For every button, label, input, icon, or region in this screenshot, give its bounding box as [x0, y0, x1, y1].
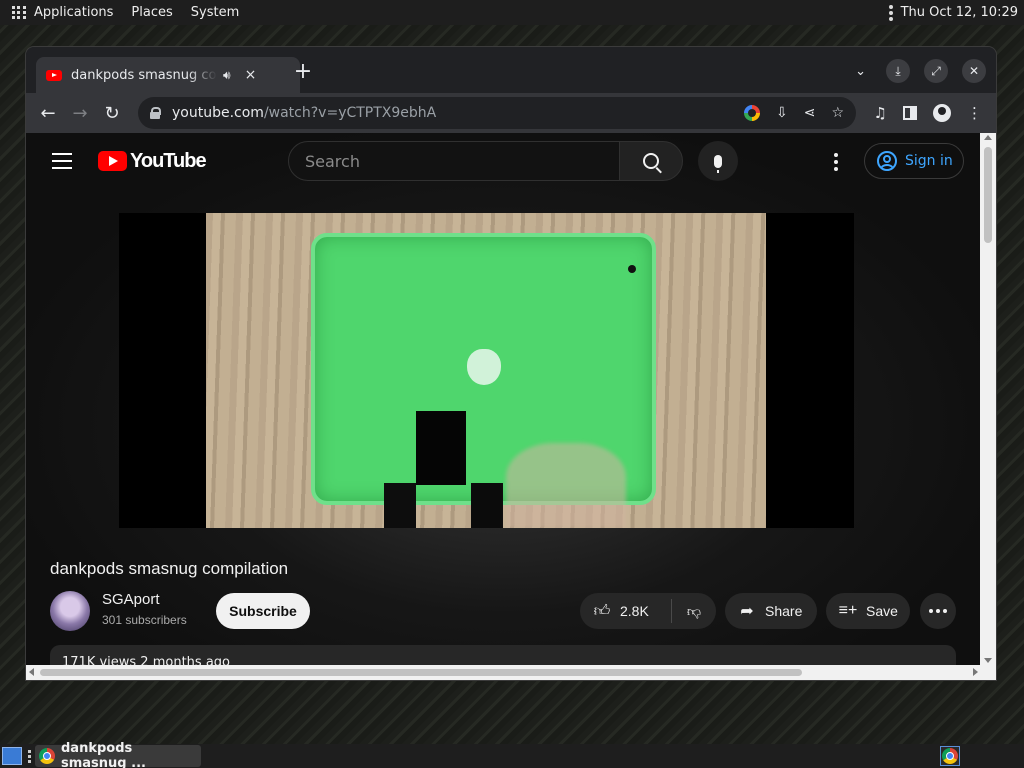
- side-panel-icon[interactable]: [903, 106, 917, 120]
- avatar[interactable]: [50, 591, 90, 631]
- video-title: dankpods smasnug compilation: [50, 559, 289, 578]
- share-button[interactable]: ➦ Share: [725, 593, 817, 629]
- search-button[interactable]: [619, 141, 683, 181]
- subscriber-count: 301 subscribers: [102, 613, 187, 627]
- like-count: 2.8K: [620, 603, 649, 619]
- close-icon[interactable]: ✕: [962, 59, 986, 83]
- horizontal-scrollbar[interactable]: [26, 665, 996, 680]
- browser-window: dankpods smasnug compilation - YouTube 🔊…: [26, 47, 996, 680]
- settings-kebab-icon[interactable]: [834, 153, 838, 171]
- url-path: /watch?v=yCTPTX9ebhA: [263, 105, 437, 121]
- download-icon[interactable]: ⤓: [886, 59, 910, 83]
- playlist-add-icon: ≡+: [838, 602, 858, 619]
- apple-logo-mark: [467, 349, 501, 385]
- camera-dot: [628, 265, 636, 273]
- maximize-icon[interactable]: ⤢: [924, 59, 948, 83]
- sign-in-label: Sign in: [905, 153, 953, 169]
- youtube-logo[interactable]: YouTube: [98, 149, 207, 173]
- scroll-down-icon[interactable]: [984, 658, 992, 663]
- thumbs-up-icon: 👍︎: [593, 602, 611, 620]
- video-glitch-block: [416, 411, 466, 485]
- taskbar-window-label: dankpods smasnug ...: [61, 741, 146, 768]
- description-box[interactable]: 171K views 2 months ago: [50, 645, 956, 665]
- channel-name[interactable]: SGAport: [102, 591, 160, 608]
- video-hand: [506, 443, 626, 528]
- video-glitch-block: [384, 483, 416, 528]
- taskbar-handle-icon: [28, 749, 31, 763]
- like-button[interactable]: 👍︎ 2.8K: [580, 599, 672, 623]
- clock[interactable]: Thu Oct 12, 10:29: [901, 5, 1018, 20]
- save-button[interactable]: ≡+ Save: [826, 593, 910, 629]
- voice-search-button[interactable]: [698, 141, 738, 181]
- speaker-icon[interactable]: 🔊︎: [223, 68, 231, 83]
- thumbs-down-icon: 👎︎: [686, 602, 702, 619]
- address-bar[interactable]: youtube.com/watch?v=yCTPTX9ebhA ⇩ ⋖ ☆: [138, 97, 856, 129]
- chrome-icon: [942, 748, 958, 764]
- browser-toolbar: ← → ↻ youtube.com/watch?v=yCTPTX9ebhA ⇩ …: [26, 93, 996, 133]
- tab-strip: dankpods smasnug compilation - YouTube 🔊…: [26, 47, 996, 93]
- youtube-logo-text: YouTube: [130, 149, 207, 172]
- youtube-play-icon: [98, 151, 127, 171]
- apps-grid-icon[interactable]: [12, 5, 26, 20]
- panel-handle-icon: [888, 4, 893, 21]
- taskbar-window-button[interactable]: dankpods smasnug ...: [35, 741, 201, 768]
- system-top-panel: Applications Places System Thu Oct 12, 1…: [0, 0, 1024, 25]
- google-lens-icon[interactable]: [743, 105, 760, 121]
- chrome-icon: [39, 748, 55, 764]
- video-frame: [206, 213, 766, 528]
- youtube-page: YouTube Search Sign in dankpods smasnug: [26, 133, 980, 665]
- scroll-left-icon[interactable]: [29, 668, 34, 676]
- video-glitch-block: [471, 483, 503, 528]
- menu-applications[interactable]: Applications: [34, 5, 113, 20]
- menu-system[interactable]: System: [191, 5, 239, 20]
- url-host: youtube.com: [172, 105, 264, 121]
- bookmark-star-icon[interactable]: ☆: [831, 105, 844, 121]
- save-label: Save: [866, 603, 898, 619]
- share-arrow-icon: ➦: [740, 603, 754, 620]
- profile-icon[interactable]: [933, 104, 951, 122]
- sign-in-button[interactable]: Sign in: [864, 143, 964, 179]
- dislike-button[interactable]: 👎︎: [672, 603, 716, 620]
- new-tab-button[interactable]: +: [288, 59, 318, 84]
- search-icon: [643, 153, 659, 169]
- share-label: Share: [765, 603, 803, 619]
- menu-icon[interactable]: ⋮: [967, 104, 982, 122]
- microphone-icon: [714, 154, 722, 173]
- like-dislike-group: 👍︎ 2.8K 👎︎: [580, 593, 716, 629]
- search-input[interactable]: Search: [288, 141, 620, 181]
- scroll-up-icon[interactable]: [984, 135, 992, 140]
- chevron-down-icon[interactable]: ⌄: [855, 64, 866, 79]
- more-actions-button[interactable]: [920, 593, 956, 629]
- back-button[interactable]: ←: [34, 99, 62, 127]
- video-player[interactable]: [119, 213, 854, 528]
- tray-chrome-launcher[interactable]: [940, 746, 960, 766]
- subscribe-button[interactable]: Subscribe: [216, 593, 310, 629]
- account-icon: [877, 151, 897, 171]
- more-horizontal-icon: [929, 609, 947, 613]
- share-icon[interactable]: ⋖: [804, 105, 816, 121]
- install-icon[interactable]: ⇩: [776, 105, 788, 121]
- show-desktop-icon[interactable]: [2, 747, 22, 765]
- hamburger-menu-icon[interactable]: [52, 153, 72, 169]
- media-control-icon[interactable]: ♫: [874, 104, 887, 122]
- tab-title: dankpods smasnug compilation - YouTube: [71, 67, 217, 83]
- lock-icon[interactable]: [150, 107, 161, 119]
- forward-button[interactable]: →: [66, 99, 94, 127]
- youtube-icon: [46, 69, 62, 81]
- vertical-scrollbar[interactable]: [980, 133, 996, 665]
- taskbar: dankpods smasnug ...: [0, 741, 1024, 768]
- scroll-thumb[interactable]: [40, 669, 802, 676]
- menu-places[interactable]: Places: [131, 5, 172, 20]
- scroll-right-icon[interactable]: [973, 668, 978, 676]
- tab-close-button[interactable]: ×: [245, 67, 257, 83]
- tab-youtube[interactable]: dankpods smasnug compilation - YouTube 🔊…: [36, 57, 300, 93]
- description-peek: 171K views 2 months ago: [62, 655, 230, 665]
- reload-button[interactable]: ↻: [98, 99, 126, 127]
- scroll-thumb[interactable]: [984, 147, 992, 243]
- channel-row: SGAport 301 subscribers Subscribe 👍︎ 2.8…: [50, 591, 956, 631]
